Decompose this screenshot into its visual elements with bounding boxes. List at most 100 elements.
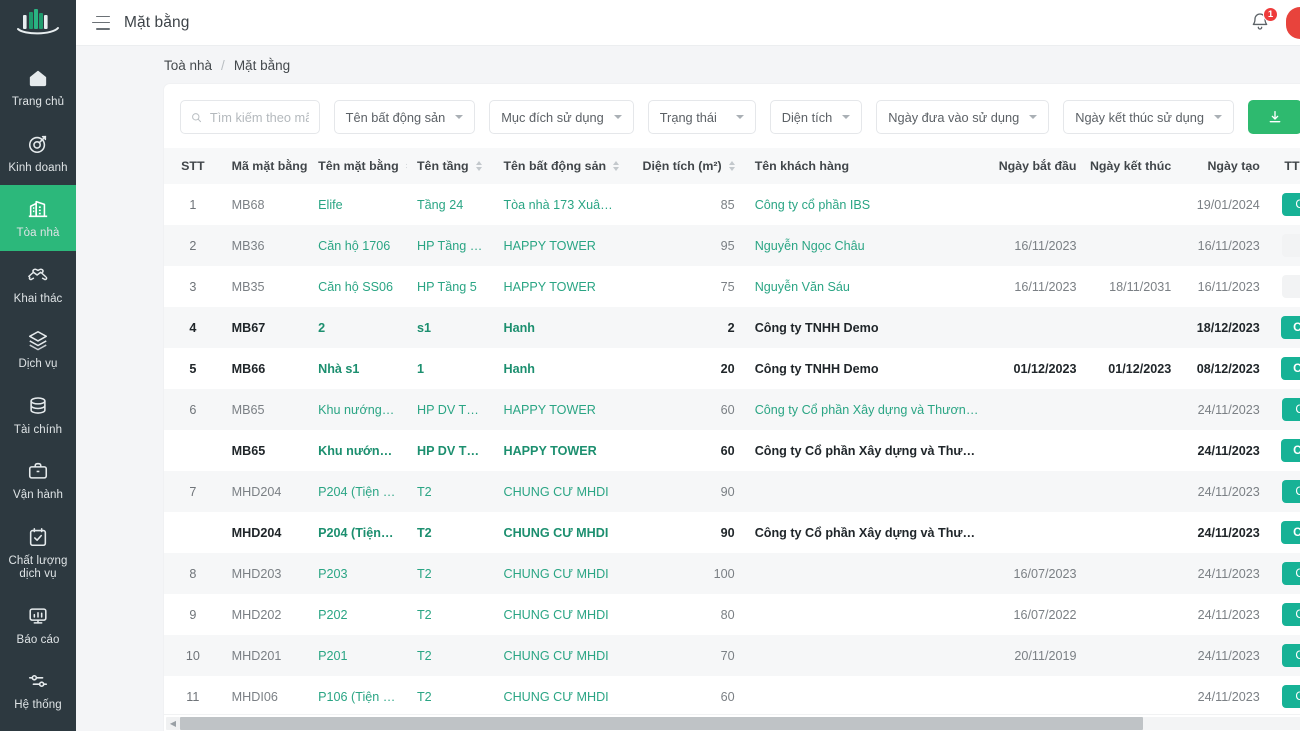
breadcrumb-parent[interactable]: Toà nhà (164, 58, 212, 73)
cell-stt: 11 (164, 676, 222, 714)
download-icon (1269, 111, 1281, 123)
avatar[interactable] (1286, 6, 1300, 39)
cell-ngay-ket-thuc (1086, 512, 1182, 553)
table-row[interactable]: 10 MHD201 P201 T2 CHUNG CƯ MHDI 70 20/11/2019 2… (164, 635, 1300, 676)
table-row[interactable]: 7 MHD204 P204 (Tiện ích) T2 CHUNG CƯ MHDI 90 2… (164, 471, 1300, 512)
cell-stt: 2 (164, 225, 222, 266)
table-row[interactable]: 2 MB36 Căn hộ 1706 HP Tầng 17 HAPPY TOWER 95 N… (164, 225, 1300, 266)
col-label: Ngày tạo (1207, 159, 1260, 173)
scrollbar-thumb[interactable] (180, 716, 1144, 730)
sidebar-item-chat-luong-dich-vu[interactable]: Chất lượng dịch vụ (0, 513, 76, 592)
search-input[interactable] (209, 109, 309, 125)
sort-icon[interactable] (613, 161, 620, 171)
cell-stt: 5 (164, 348, 222, 389)
filter-label: Tên bất động sản (345, 109, 446, 125)
table-row[interactable]: 4 MB67 2 s1 Hanh 2 Công ty TNHH Demo 18/12/2023… (164, 307, 1300, 348)
col-label: TT mặt bằng (1284, 159, 1300, 173)
building-icon (27, 196, 49, 222)
sidebar-item-dich-vu[interactable]: Dịch vụ (0, 316, 76, 382)
col-dien-tich[interactable]: Diện tích (m²) (629, 148, 745, 184)
cell-ten-tang: T2 (406, 471, 494, 512)
table-row[interactable]: MB65Khu nướng BBQHP DV Tầng 1HAPPY TOWER… (164, 430, 1300, 471)
col-ngay-tao[interactable]: Ngày tạo (1181, 148, 1270, 184)
menu-toggle-icon[interactable] (92, 15, 110, 30)
table-row[interactable]: 3 MB35 Căn hộ SS06 HP Tầng 5 HAPPY TOWER 75 Ng… (164, 266, 1300, 307)
table-row[interactable]: 5 MB66 Nhà s1 1 Hanh 20 Công ty TNHH Demo 01/12… (164, 348, 1300, 389)
cell-ngay-ket-thuc (1086, 553, 1182, 594)
col-ten-tang[interactable]: Tên tầng (406, 148, 494, 184)
notifications-button[interactable]: 1 (1250, 6, 1278, 35)
col-ten-mat-bang[interactable]: Tên mặt bằng (308, 148, 412, 184)
cell-ma-mat-bang: MB68 (221, 184, 309, 225)
cell-ngay-bat-dau: 16/11/2023 (991, 225, 1087, 266)
cell-ngay-ket-thuc (1086, 635, 1182, 676)
filter-muc-dich-su-dung[interactable]: Mục đích sử dụng (489, 100, 634, 134)
cell-ten-bat-dong-san: CHUNG CƯ MHDI (493, 594, 630, 635)
breadcrumb-current[interactable]: Mặt bằng (234, 58, 290, 73)
cell-stt (164, 512, 222, 553)
app-logo[interactable] (0, 0, 76, 46)
filter-ten-bat-dong-san[interactable]: Tên bất động sản (333, 100, 476, 134)
table-row[interactable]: 1 MB68 Elife Tầng 24 Tòa nhà 173 Xuân Thủy 85… (164, 184, 1300, 225)
table-row[interactable]: 6 MB65 Khu nướng BBQ HP DV Tầng 1 HAPPY TOWE… (164, 389, 1300, 430)
cell-ngay-ket-thuc (1086, 389, 1182, 430)
table-row[interactable]: 11 MHDI06 P106 (Tiện ích) T2 CHUNG CƯ MHDI 60… (164, 676, 1300, 714)
cell-tt-mat-bang: Còn trống (1269, 184, 1300, 225)
sort-icon[interactable] (475, 161, 482, 171)
status-badge: Còn trống (1281, 357, 1300, 380)
filter-ngay-ket-thuc-su-dung[interactable]: Ngày kết thúc sử dụng (1063, 100, 1234, 134)
horizontal-scrollbar[interactable]: ◀ (164, 714, 1300, 731)
sidebar-item-tai-chinh[interactable]: Tài chính (0, 382, 76, 448)
cell-ten-mat-bang: P203 (308, 553, 407, 594)
sidebar-item-khai-thac[interactable]: Khai thác (0, 251, 76, 317)
col-stt[interactable]: STT (164, 148, 222, 184)
table-row[interactable]: 8 MHD203 P203 T2 CHUNG CƯ MHDI 100 16/07/2023 2… (164, 553, 1300, 594)
col-ten-bat-dong-san[interactable]: Tên bất động sản (493, 148, 630, 184)
cell-ten-khach-hang: Công ty cổ phần IBS (744, 184, 992, 225)
col-ngay-bat-dau[interactable]: Ngày bắt đầu (991, 148, 1087, 184)
cell-ngay-bat-dau (991, 676, 1087, 714)
export-button[interactable] (1248, 100, 1300, 134)
cell-ten-tang: HP DV Tầng 1 (406, 430, 494, 471)
cell-stt: 10 (164, 635, 222, 676)
cell-ma-mat-bang: MB35 (221, 266, 309, 307)
sort-icon[interactable] (728, 161, 735, 171)
app-root: Trang chủ Kinh doanh Tòa nhà Khai thác D… (0, 0, 1300, 731)
sidebar-item-toa-nha[interactable]: Tòa nhà (0, 185, 76, 251)
status-badge: Còn trống (1282, 644, 1300, 667)
sidebar-item-he-thong[interactable]: Hệ thống (0, 657, 76, 723)
table-header: STT Mã mặt bằng Tên mặt bằng Tên tầng Tê… (164, 148, 1300, 184)
col-ten-khach-hang[interactable]: Tên khách hàng (744, 148, 992, 184)
cell-ma-mat-bang: MB67 (221, 307, 309, 348)
cell-ten-bat-dong-san: CHUNG CƯ MHDI (493, 676, 630, 714)
status-badge: Còn trống (1281, 316, 1300, 339)
cell-ngay-tao: 24/11/2023 (1181, 389, 1270, 430)
cell-ten-mat-bang: Căn hộ 1706 (308, 225, 407, 266)
filter-label: Ngày kết thúc sử dụng (1075, 109, 1204, 125)
cell-dien-tich: 85 (629, 184, 745, 225)
cell-ngay-ket-thuc (1086, 184, 1182, 225)
col-ngay-ket-thuc[interactable]: Ngày kết thúc (1086, 148, 1182, 184)
scrollbar-track[interactable] (180, 716, 1300, 730)
filter-dien-tich[interactable]: Diện tích (769, 100, 863, 134)
sidebar-item-van-hanh[interactable]: Vận hành (0, 447, 76, 513)
col-tt-mat-bang[interactable]: TT mặt bằng (1269, 148, 1300, 184)
chevron-down-icon (455, 115, 464, 119)
sidebar-item-trang-chu[interactable]: Trang chủ (0, 54, 76, 120)
filter-trang-thai[interactable]: Trạng thái (647, 100, 756, 134)
cell-ngay-tao: 16/11/2023 (1181, 266, 1270, 307)
cell-dien-tich: 90 (629, 471, 745, 512)
cell-ten-khach-hang: Công ty Cổ phần Xây dựng và Thương mại V… (744, 512, 992, 553)
cell-stt: 7 (164, 471, 222, 512)
cell-ngay-tao: 18/12/2023 (1181, 307, 1270, 348)
filter-ngay-dua-vao-su-dung[interactable]: Ngày đưa vào sử dụng (876, 100, 1050, 134)
sidebar-item-bao-cao[interactable]: Báo cáo (0, 592, 76, 658)
table-row[interactable]: MHD204 P204 (Tiện ích) T2 CHUNG CƯ MHDI 90 Cô… (164, 512, 1300, 553)
cell-ten-khach-hang (744, 635, 992, 676)
search-box[interactable] (180, 100, 320, 134)
chevron-left-icon[interactable]: ◀ (166, 716, 180, 730)
col-ma-mat-bang[interactable]: Mã mặt bằng (221, 148, 321, 184)
table-row[interactable]: 9 MHD202 P202 T2 CHUNG CƯ MHDI 80 16/07/2022 24… (164, 594, 1300, 635)
table-scroll-region[interactable]: STT Mã mặt bằng Tên mặt bằng Tên tầng Tê… (164, 148, 1300, 714)
sidebar-item-kinh-doanh[interactable]: Kinh doanh (0, 120, 76, 186)
